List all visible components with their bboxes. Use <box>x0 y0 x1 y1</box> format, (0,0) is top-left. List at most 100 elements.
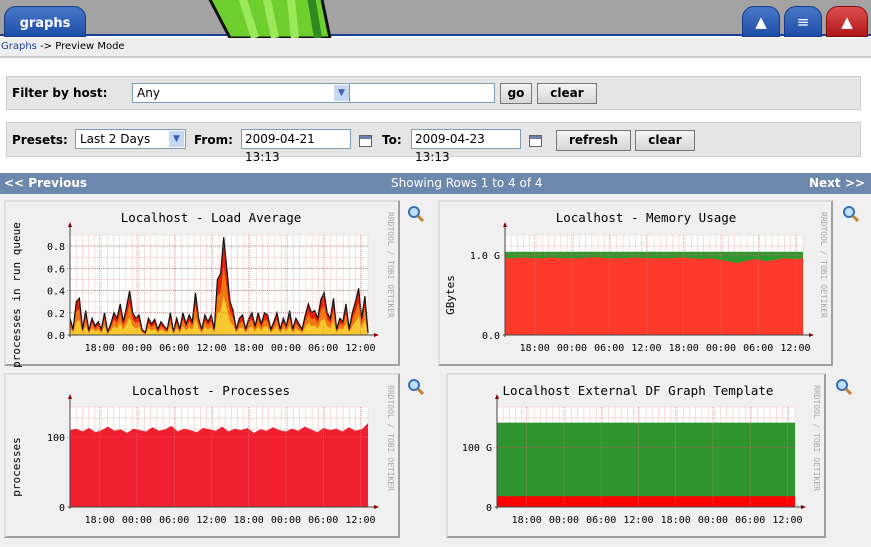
preset-select-value: Last 2 Days <box>80 132 151 146</box>
host-select-value: Any <box>137 86 160 100</box>
x-tick-label: 12:00 <box>772 515 802 526</box>
x-tick-label: 18:00 <box>234 343 264 354</box>
graph-preview-icon[interactable]: ▲ <box>826 6 868 37</box>
y-tick-label: 0.0 <box>47 331 65 342</box>
x-axis-arrow <box>809 333 814 337</box>
x-axis-arrow <box>374 505 379 509</box>
filter-search-input[interactable] <box>349 83 495 103</box>
header-bar <box>0 0 871 36</box>
rows-status: Showing Rows 1 to 4 of 4 <box>391 176 543 190</box>
graph-memory-usage[interactable]: 0.0 1.0 G 18:00 00:00 06:00 12:00 18:00 00:00 06… <box>438 200 833 366</box>
chevron-down-icon: ▼ <box>334 85 349 101</box>
x-tick-label: 00:00 <box>698 515 728 526</box>
refresh-button[interactable]: refresh <box>556 130 631 151</box>
host-filter-bar: Filter by host: Any ▼ go clear <box>6 76 861 110</box>
calendar-icon[interactable] <box>529 135 542 147</box>
calendar-icon[interactable] <box>359 135 372 147</box>
pagination-bar: << Previous Showing Rows 1 to 4 of 4 Nex… <box>0 173 871 194</box>
x-tick-label: 18:00 <box>512 515 542 526</box>
y-tick-label: 0 <box>486 503 492 514</box>
x-axis-arrow <box>374 333 379 337</box>
y-axis-label: GBytes <box>444 275 457 315</box>
from-label: From: <box>194 133 233 147</box>
chevron-down-icon: ▼ <box>169 131 184 147</box>
timespan-clear-button[interactable]: clear <box>635 130 695 151</box>
x-tick-label: 00:00 <box>271 515 301 526</box>
to-label: To: <box>382 133 402 147</box>
y-tick-label: 100 <box>47 433 65 444</box>
zoom-graph-icon[interactable] <box>842 205 860 223</box>
zoom-graph-icon[interactable] <box>407 378 425 396</box>
filter-host-label: Filter by host: <box>12 86 108 100</box>
x-tick-label: 18:00 <box>234 515 264 526</box>
x-tick-label: 06:00 <box>159 515 189 526</box>
chart-title: Localhost External DF Graph Template <box>503 383 774 398</box>
y-tick-label: 0.6 <box>47 264 65 275</box>
next-link[interactable]: Next >> <box>809 173 865 194</box>
x-tick-label: 00:00 <box>271 343 301 354</box>
x-tick-label: 00:00 <box>557 343 587 354</box>
rrdtool-watermark: RRDTOOL / TOBI OETIKER <box>819 212 828 318</box>
y-axis-arrow <box>68 394 72 399</box>
graph-load-average[interactable]: 0.0 0.2 0.4 0.6 0.8 18:00 00:00 06:00 12:00 18:00… <box>4 200 400 368</box>
breadcrumb-graphs-link[interactable]: Graphs <box>1 41 37 52</box>
graph-external-df[interactable]: 0 100 G 18:00 00:00 06:00 12:00 18:00 00:00 06:0… <box>446 373 826 538</box>
x-tick-label: 12:00 <box>780 343 810 354</box>
logo-leaf <box>200 0 350 38</box>
to-date-input[interactable]: 2009-04-23 13:13 <box>411 129 521 164</box>
tree-icon[interactable]: ▲ <box>742 6 780 37</box>
preset-select[interactable]: Last 2 Days ▼ <box>75 129 186 149</box>
filter-clear-button[interactable]: clear <box>537 83 597 104</box>
chart-title: Localhost - Memory Usage <box>556 210 737 225</box>
x-tick-label: 06:00 <box>743 343 773 354</box>
zoom-graph-icon[interactable] <box>835 378 853 396</box>
x-tick-label: 18:00 <box>520 343 550 354</box>
rrdtool-watermark: RRDTOOL / TOBI OETIKER <box>386 385 395 491</box>
x-tick-label: 00:00 <box>706 343 736 354</box>
chart-title: Localhost - Load Average <box>121 210 302 225</box>
y-tick-label: 0.0 <box>482 331 500 342</box>
list-icon[interactable]: ≡ <box>784 6 822 37</box>
x-axis-arrow <box>801 505 806 509</box>
x-tick-label: 00:00 <box>122 343 152 354</box>
y-axis-arrow <box>68 222 72 227</box>
previous-link[interactable]: << Previous <box>4 173 87 194</box>
y-axis-label: processes in run queue <box>10 222 23 368</box>
presets-label: Presets: <box>12 133 68 147</box>
x-tick-label: 12:00 <box>196 515 226 526</box>
x-tick-label: 06:00 <box>586 515 616 526</box>
x-tick-label: 12:00 <box>623 515 653 526</box>
rrdtool-watermark: RRDTOOL / TOBI OETIKER <box>386 212 395 318</box>
x-tick-label: 18:00 <box>85 343 115 354</box>
x-tick-label: 06:00 <box>308 343 338 354</box>
x-tick-label: 06:00 <box>735 515 765 526</box>
rrdtool-watermark: RRDTOOL / TOBI OETIKER <box>812 385 821 491</box>
x-tick-label: 12:00 <box>631 343 661 354</box>
x-tick-label: 12:00 <box>345 343 375 354</box>
x-tick-label: 18:00 <box>85 515 115 526</box>
x-tick-label: 12:00 <box>345 515 375 526</box>
breadcrumb-current: -> Preview Mode <box>36 41 125 52</box>
graph-processes[interactable]: 0 100 18:00 00:00 06:00 12:00 18:00 00:00 06:00 1… <box>4 373 400 538</box>
timespan-bar: Presets: Last 2 Days ▼ From: 2009-04-21 1… <box>6 122 861 164</box>
zoom-graph-icon[interactable] <box>407 205 425 223</box>
go-button[interactable]: go <box>500 83 532 104</box>
y-tick-label: 0.8 <box>47 242 65 253</box>
x-tick-label: 00:00 <box>549 515 579 526</box>
breadcrumb: Graphs -> Preview Mode <box>0 38 871 58</box>
x-tick-label: 06:00 <box>594 343 624 354</box>
y-axis-arrow <box>495 394 499 399</box>
x-tick-label: 12:00 <box>196 343 226 354</box>
x-tick-label: 06:00 <box>159 343 189 354</box>
from-date-input[interactable]: 2009-04-21 13:13 <box>241 129 351 164</box>
y-axis-label: processes <box>10 437 23 497</box>
x-tick-label: 18:00 <box>669 343 699 354</box>
tab-graphs[interactable]: graphs <box>4 6 86 37</box>
y-axis-arrow <box>503 222 507 227</box>
x-tick-label: 06:00 <box>308 515 338 526</box>
y-tick-label: 0 <box>59 503 65 514</box>
y-tick-label: 0.2 <box>47 309 65 320</box>
chart-title: Localhost - Processes <box>132 383 290 398</box>
host-select[interactable]: Any ▼ <box>132 83 351 103</box>
x-tick-label: 00:00 <box>122 515 152 526</box>
